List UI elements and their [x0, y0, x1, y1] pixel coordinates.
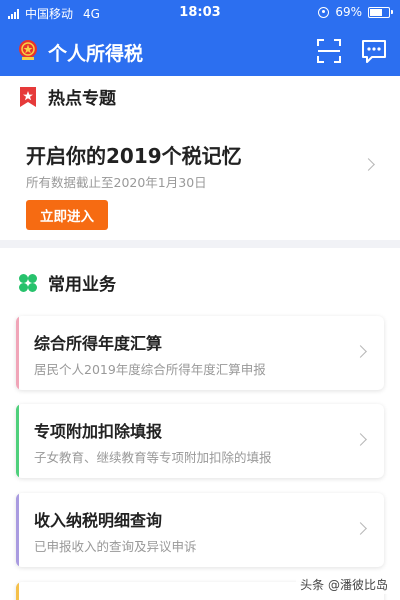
status-right: 69% — [318, 5, 393, 19]
service-card-special-deduction[interactable]: 专项附加扣除填报 子女教育、继续教育等专项附加扣除的填报 — [16, 404, 384, 478]
hot-topic-subtitle: 所有数据截止至2020年1月30日 — [26, 175, 207, 190]
section-divider — [0, 240, 400, 248]
top-bar: 中国移动 4G 18:03 69% 个人所得税 — [0, 0, 400, 76]
chevron-right-icon — [354, 522, 367, 535]
scan-icon[interactable] — [316, 38, 342, 64]
message-icon[interactable] — [360, 37, 388, 65]
hot-topics-title: 热点专题 — [48, 89, 116, 109]
service-title: 综合所得年度汇算 — [34, 334, 163, 353]
service-title: 收入纳税明细查询 — [34, 511, 163, 530]
bookmark-star-icon — [20, 86, 36, 107]
service-card-annual-settlement[interactable]: 综合所得年度汇算 居民个人2019年度综合所得年度汇算申报 — [16, 316, 384, 390]
service-accent-bar — [16, 316, 19, 390]
service-description: 居民个人2019年度综合所得年度汇算申报 — [34, 362, 266, 377]
service-description: 子女教育、继续教育等专项附加扣除的填报 — [34, 450, 272, 465]
service-accent-bar — [16, 582, 19, 600]
service-accent-bar — [16, 404, 19, 478]
common-services-title: 常用业务 — [48, 275, 116, 295]
status-bar: 中国移动 4G 18:03 69% — [0, 0, 400, 26]
battery-percent: 69% — [335, 5, 362, 19]
chevron-right-icon — [354, 433, 367, 446]
chevron-right-icon — [354, 345, 367, 358]
app-title: 个人所得税 — [48, 43, 144, 65]
clover-icon — [19, 273, 37, 292]
enter-now-button[interactable]: 立即进入 — [26, 200, 108, 230]
hot-topics-header: 热点专题 — [18, 84, 116, 109]
app-screen: 中国移动 4G 18:03 69% 个人所得税 热点专题 开启你的2019个税记… — [0, 0, 400, 600]
battery-icon — [368, 6, 393, 18]
hot-topic-headline: 开启你的2019个税记忆 — [26, 144, 242, 168]
hot-topic-card[interactable]: 开启你的2019个税记忆 所有数据截止至2020年1月30日 立即进入 — [0, 118, 400, 240]
service-description: 已申报收入的查询及异议申诉 — [34, 539, 197, 554]
orientation-lock-icon — [318, 6, 330, 18]
common-services-header: 常用业务 — [18, 270, 116, 295]
battery-fill — [370, 8, 382, 16]
national-emblem-icon — [19, 40, 37, 60]
chevron-right-icon — [362, 158, 375, 171]
watermark: 头条 @潘彼比岛 — [296, 575, 392, 594]
service-title: 专项附加扣除填报 — [34, 422, 163, 441]
app-header: 个人所得税 — [0, 28, 400, 74]
service-accent-bar — [16, 493, 19, 567]
service-card-income-query[interactable]: 收入纳税明细查询 已申报收入的查询及异议申诉 — [16, 493, 384, 567]
